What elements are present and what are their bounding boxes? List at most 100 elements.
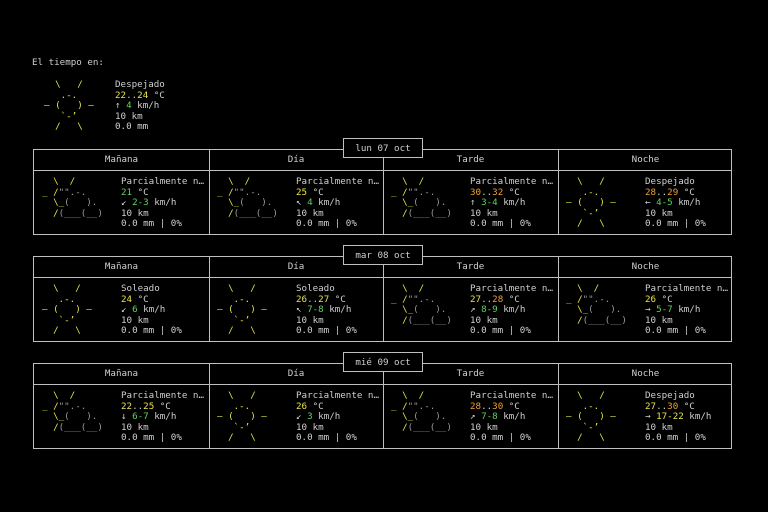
sun-icon: \ / .-. ― ( ) ― `-’ / \	[217, 390, 267, 444]
wind: ↗ 7-8 km/h	[470, 411, 526, 423]
precipitation: 0.0 mm | 0%	[296, 432, 357, 444]
visibility: 10 km	[470, 207, 498, 219]
condition-text: Parcialmente n…	[296, 176, 379, 187]
visibility: 10 km	[121, 314, 149, 326]
period-header: Noche	[631, 261, 660, 272]
visibility: 10 km	[645, 207, 673, 219]
period-details: Parcialmente n… 26 °C ↙ 3 km/h 10 km 0.0…	[296, 390, 379, 444]
forecast-day-table: Mañana Día Tarde Noche mié 09 oct \ / _ /"".…	[33, 352, 732, 449]
wind: ↙ 2-3 km/h	[121, 197, 177, 209]
period-details: Parcialmente n… 27..28 °C ↗ 8-9 km/h 10 …	[470, 283, 553, 337]
wind: → 17-22 km/h	[645, 411, 712, 423]
wind: ← 4-5 km/h	[645, 197, 701, 209]
temperature: 26..27 °C	[296, 293, 346, 305]
condition-text: Parcialmente n…	[121, 390, 204, 401]
visibility: 10 km	[296, 421, 324, 433]
precipitation: 0.0 mm | 0%	[121, 325, 182, 337]
temperature: 21 °C	[121, 186, 149, 198]
forecast-period: \ / _ /"".-. \_( ). /(___(__) Parcialment…	[383, 171, 558, 235]
forecast-period: \ / _ /"".-. \_( ). /(___(__) Parcialment…	[209, 171, 383, 235]
wind: ↓ 6-7 km/h	[121, 411, 177, 423]
visibility: 10 km	[296, 314, 324, 326]
partly-cloudy-icon: \ / _ /"".-. \_( ). /(___(__)	[566, 283, 627, 326]
period-details: Soleado 24 °C ↙ 6 km/h 10 km 0.0 mm | 0%	[121, 283, 182, 337]
forecast-period: \ / .-. ― ( ) ― `-’ / \ Parcialmente n… …	[209, 385, 383, 449]
condition-text: Despejado	[645, 176, 695, 187]
temperature: 22..25 °C	[121, 400, 171, 412]
partly-cloudy-icon: \ / _ /"".-. \_( ). /(___(__)	[391, 390, 452, 433]
forecast-period: \ / _ /"".-. \_( ). /(___(__) Parcialment…	[558, 278, 733, 342]
condition-text: Parcialmente n…	[470, 390, 553, 401]
condition-text: Parcialmente n…	[470, 176, 553, 187]
condition-text: Parcialmente n…	[296, 390, 379, 401]
visibility: 10 km	[645, 421, 673, 433]
wind: → 5-7 km/h	[645, 304, 701, 316]
temperature: 28..30 °C	[470, 400, 520, 412]
precipitation: 0.0 mm | 0%	[645, 325, 706, 337]
precipitation: 0.0 mm | 0%	[470, 325, 531, 337]
precipitation: 0.0 mm | 0%	[296, 218, 357, 230]
partly-cloudy-icon: \ / _ /"".-. \_( ). /(___(__)	[391, 283, 452, 326]
period-details: Despejado 27..30 °C → 17-22 km/h 10 km 0…	[645, 390, 712, 444]
condition-text: Soleado	[121, 283, 160, 294]
period-header: Mañana	[104, 368, 139, 379]
partly-cloudy-icon: \ / _ /"".-. \_( ). /(___(__)	[391, 176, 452, 219]
period-header: Noche	[631, 368, 660, 379]
visibility: 10 km	[470, 314, 498, 326]
partly-cloudy-icon: \ / _ /"".-. \_( ). /(___(__)	[42, 390, 103, 433]
period-header: Mañana	[104, 261, 139, 272]
temperature: 25 °C	[296, 186, 324, 198]
forecast-period: \ / .-. ― ( ) ― `-’ / \ Soleado 24 °C ↙ …	[34, 278, 209, 342]
precipitation: 0.0 mm | 0%	[470, 218, 531, 230]
date-label: lun 07 oct	[343, 138, 423, 158]
condition-text: Parcialmente n…	[470, 283, 553, 294]
wind: ↗ 8-9 km/h	[470, 304, 526, 316]
forecast-period: \ / _ /"".-. \_( ). /(___(__) Parcialment…	[383, 278, 558, 342]
forecast-period: \ / .-. ― ( ) ― `-’ / \ Despejado 28..29…	[558, 171, 733, 235]
date-label: mié 09 oct	[343, 352, 423, 372]
precipitation: 0.0 mm | 0%	[645, 218, 706, 230]
temperature: 27..30 °C	[645, 400, 695, 412]
condition-text: Parcialmente n…	[121, 176, 204, 187]
sun-icon: \ / .-. ― ( ) ― `-’ / \	[217, 283, 267, 337]
forecast-period: \ / _ /"".-. \_( ). /(___(__) Parcialment…	[34, 385, 209, 449]
precipitation: 0.0 mm | 0%	[296, 325, 357, 337]
period-details: Soleado 26..27 °C ↖ 7-8 km/h 10 km 0.0 m…	[296, 283, 357, 337]
sun-icon: \ / .-. ― ( ) ― `-’ / \	[566, 176, 616, 230]
visibility: 10 km	[470, 421, 498, 433]
forecast-day-table: Mañana Día Tarde Noche lun 07 oct \ / _ /"".…	[33, 138, 733, 235]
period-details: Parcialmente n… 22..25 °C ↓ 6-7 km/h 10 …	[121, 390, 204, 444]
period-header: Noche	[631, 154, 660, 165]
period-details: Parcialmente n… 28..30 °C ↗ 7-8 km/h 10 …	[470, 390, 553, 444]
precipitation: 0.0 mm | 0%	[121, 218, 182, 230]
forecast-period: \ / _ /"".-. \_( ). /(___(__) Parcialment…	[34, 171, 209, 235]
partly-cloudy-icon: \ / _ /"".-. \_( ). /(___(__)	[217, 176, 278, 219]
temperature: 24 °C	[121, 293, 149, 305]
visibility: 10 km	[296, 207, 324, 219]
partly-cloudy-icon: \ / _ /"".-. \_( ). /(___(__)	[42, 176, 103, 219]
visibility: 10 km	[121, 421, 149, 433]
precipitation: 0.0 mm | 0%	[470, 432, 531, 444]
visibility: 10 km	[645, 314, 673, 326]
temperature: 28..29 °C	[645, 186, 695, 198]
wind: ↖ 4 km/h	[296, 197, 341, 209]
visibility: 10 km	[121, 207, 149, 219]
period-details: Despejado 28..29 °C ← 4-5 km/h 10 km 0.0…	[645, 176, 706, 230]
period-header: Mañana	[104, 154, 139, 165]
sun-icon: \ / .-. ― ( ) ― `-’ / \	[42, 283, 92, 337]
temperature: 26 °C	[296, 400, 324, 412]
condition-text: Despejado	[645, 390, 695, 401]
period-details: Parcialmente n… 26 °C → 5-7 km/h 10 km 0…	[645, 283, 728, 337]
wind: ↖ 7-8 km/h	[296, 304, 352, 316]
date-label: mar 08 oct	[343, 245, 423, 265]
period-details: Parcialmente n… 25 °C ↖ 4 km/h 10 km 0.0…	[296, 176, 379, 230]
temperature: 30..32 °C	[470, 186, 520, 198]
sun-icon: \ / .-. ― ( ) ― `-’ / \	[44, 79, 94, 133]
temperature: 26 °C	[645, 293, 673, 305]
wind: ↑ 3-4 km/h	[470, 197, 526, 209]
location-label: El tiempo en:	[32, 57, 104, 68]
wind: ↙ 3 km/h	[296, 411, 341, 423]
condition-text: Parcialmente n…	[645, 283, 728, 294]
condition-text: Soleado	[296, 283, 335, 294]
forecast-period: \ / .-. ― ( ) ― `-’ / \ Soleado 26..27 °…	[209, 278, 383, 342]
